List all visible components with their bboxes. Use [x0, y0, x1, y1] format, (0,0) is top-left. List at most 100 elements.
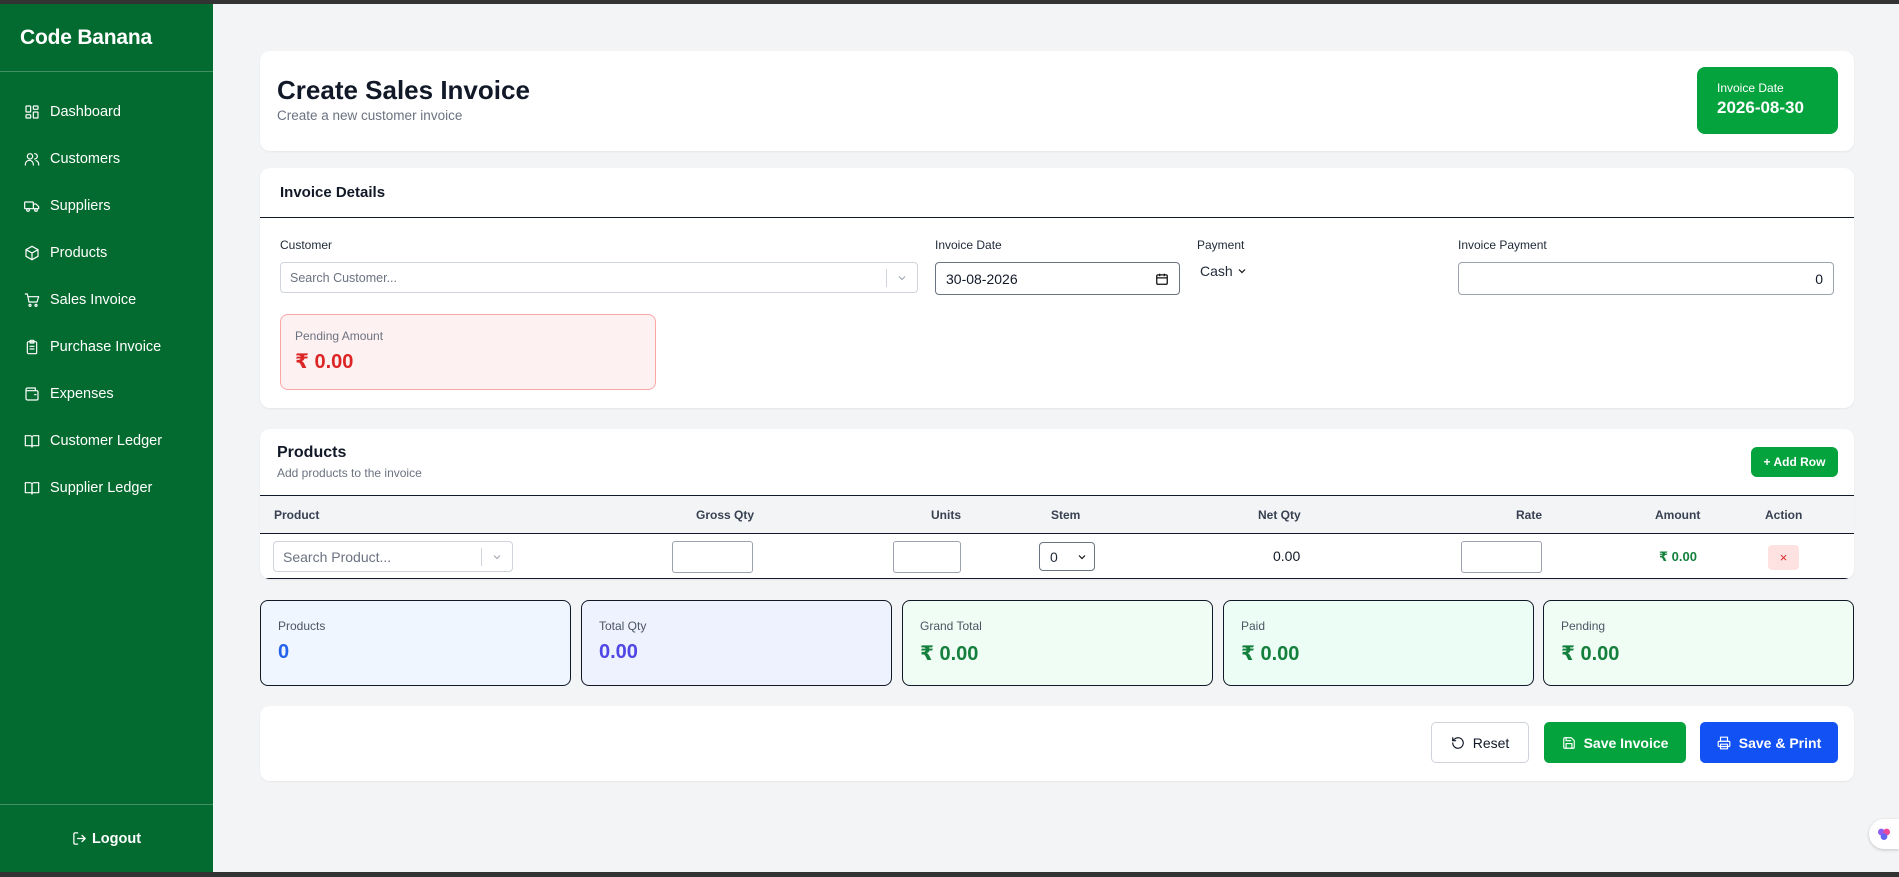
brain-icon — [1878, 828, 1890, 840]
clipboard-icon — [26, 339, 38, 354]
dashboard-icon — [25, 104, 39, 119]
stat-value: 0 — [278, 641, 290, 663]
stat-card-paid: Paid ₹ 0.00 — [1223, 600, 1534, 686]
stat-card-grand-total: Grand Total ₹ 0.00 — [902, 600, 1213, 686]
chevron-down-icon[interactable] — [887, 272, 917, 284]
add-row-button[interactable]: + Add Row — [1751, 447, 1838, 477]
sidebar-item-customer-ledger[interactable]: Customer Ledger — [0, 417, 213, 464]
units-input[interactable] — [893, 541, 961, 573]
chevron-down-icon — [1238, 269, 1246, 274]
cart-icon — [24, 292, 40, 307]
stat-label: Paid — [1241, 619, 1266, 633]
window-bottom-strip — [0, 872, 1899, 877]
gross-qty-input[interactable] — [672, 541, 753, 573]
window-top-strip — [0, 0, 1899, 4]
customer-label: Customer — [280, 238, 333, 252]
customer-select[interactable]: Search Customer... — [280, 262, 918, 293]
sidebar: Code Banana Dashboard Customers Supplier… — [0, 4, 213, 872]
save-invoice-button[interactable]: Save Invoice — [1544, 722, 1686, 763]
invoice-date-value: 30-08-2026 — [946, 270, 1018, 287]
products-card: Products Add products to the invoice + A… — [260, 429, 1854, 579]
stat-label: Total Qty — [599, 619, 647, 633]
users-icon — [24, 152, 40, 166]
sidebar-item-label: Suppliers — [50, 197, 111, 214]
column-header-product: Product — [274, 508, 320, 522]
save-print-button[interactable]: Save & Print — [1700, 722, 1838, 763]
book-icon — [24, 434, 40, 448]
pending-amount-value: ₹ 0.00 — [295, 351, 354, 373]
sidebar-item-sales-invoice[interactable]: Sales Invoice — [0, 276, 213, 323]
sidebar-item-products[interactable]: Products — [0, 229, 213, 276]
book-icon — [24, 481, 40, 495]
wallet-icon — [25, 386, 39, 401]
stat-value: ₹ 0.00 — [1561, 643, 1620, 665]
invoice-date-badge-label: Invoice Date — [1717, 81, 1784, 95]
sidebar-item-purchase-invoice[interactable]: Purchase Invoice — [0, 323, 213, 370]
stat-label: Grand Total — [920, 619, 982, 633]
customer-select-placeholder: Search Customer... — [290, 270, 397, 285]
pending-amount-label: Pending Amount — [295, 329, 384, 343]
invoice-payment-input[interactable]: 0 — [1458, 262, 1834, 295]
sidebar-item-label: Supplier Ledger — [50, 479, 153, 496]
column-header-stem: Stem — [1051, 508, 1081, 522]
column-header-gross-qty: Gross Qty — [696, 508, 755, 522]
sidebar-item-label: Dashboard — [50, 103, 121, 120]
column-header-amount: Amount — [1655, 508, 1701, 522]
invoice-details-card: Invoice Details Customer Search Customer… — [260, 168, 1854, 408]
sidebar-item-customers[interactable]: Customers — [0, 135, 213, 182]
invoice-details-title: Invoice Details — [280, 184, 386, 201]
invoice-date-badge: Invoice Date 2026-08-30 — [1697, 67, 1838, 134]
sidebar-item-expenses[interactable]: Expenses — [0, 370, 213, 417]
invoice-date-input[interactable]: 30-08-2026 — [935, 262, 1180, 295]
payment-select[interactable]: Cash — [1200, 263, 1248, 279]
calendar-icon[interactable] — [1155, 272, 1169, 286]
pending-amount-box: Pending Amount ₹ 0.00 — [280, 314, 656, 390]
stat-card-total-qty: Total Qty 0.00 — [581, 600, 892, 686]
amount-value: ₹ 0.00 — [1659, 549, 1697, 564]
brand-logo: Code Banana — [0, 4, 213, 72]
save-print-button-label: Save & Print — [1738, 734, 1822, 751]
stat-card-pending: Pending ₹ 0.00 — [1543, 600, 1854, 686]
sidebar-item-label: Expenses — [50, 385, 114, 402]
column-header-action: Action — [1765, 508, 1803, 522]
stat-card-products: Products 0 — [260, 600, 571, 686]
divider — [260, 217, 1854, 218]
page-subtitle: Create a new customer invoice — [277, 108, 463, 123]
stat-value: ₹ 0.00 — [1241, 643, 1300, 665]
column-header-units: Units — [931, 508, 961, 522]
assistant-widget-button[interactable] — [1869, 819, 1899, 849]
product-select-placeholder: Search Product... — [283, 548, 392, 565]
product-select[interactable]: Search Product... — [273, 541, 513, 572]
close-icon: × — [1779, 550, 1788, 565]
delete-row-button[interactable]: × — [1768, 545, 1799, 570]
sidebar-item-label: Customer Ledger — [50, 432, 163, 449]
net-qty-value: 0.00 — [1273, 548, 1301, 564]
invoice-date-badge-value: 2026-08-30 — [1717, 98, 1804, 117]
stat-value: 0.00 — [599, 641, 638, 663]
sidebar-item-label: Products — [50, 244, 108, 261]
sidebar-item-label: Customers — [50, 150, 121, 167]
page-title: Create Sales Invoice — [277, 75, 530, 105]
sidebar-item-label: Sales Invoice — [50, 291, 137, 308]
table-row: Search Product... 0 0.00 ₹ 0.00 × — [260, 534, 1854, 579]
sidebar-item-label: Purchase Invoice — [50, 338, 162, 355]
chevron-down-icon[interactable] — [482, 551, 512, 563]
save-invoice-button-label: Save Invoice — [1583, 734, 1669, 751]
sidebar-item-supplier-ledger[interactable]: Supplier Ledger — [0, 464, 213, 511]
reset-button[interactable]: Reset — [1431, 722, 1529, 763]
reset-icon — [1451, 736, 1464, 749]
logout-button[interactable]: Logout — [0, 804, 213, 872]
payment-select-value: Cash — [1200, 263, 1233, 279]
logout-label: Logout — [91, 830, 142, 847]
invoice-date-label: Invoice Date — [935, 238, 1002, 252]
sidebar-item-suppliers[interactable]: Suppliers — [0, 182, 213, 229]
chevron-down-icon — [1078, 554, 1086, 559]
stat-label: Pending — [1561, 619, 1606, 633]
stat-value: ₹ 0.00 — [920, 643, 979, 665]
sidebar-item-dashboard[interactable]: Dashboard — [0, 88, 213, 135]
invoice-payment-value: 0 — [1815, 270, 1823, 287]
package-icon — [25, 245, 39, 260]
rate-input[interactable] — [1461, 541, 1542, 573]
stem-select[interactable]: 0 — [1039, 542, 1095, 571]
actions-card: Reset Save Invoice Save & Print — [260, 706, 1854, 781]
